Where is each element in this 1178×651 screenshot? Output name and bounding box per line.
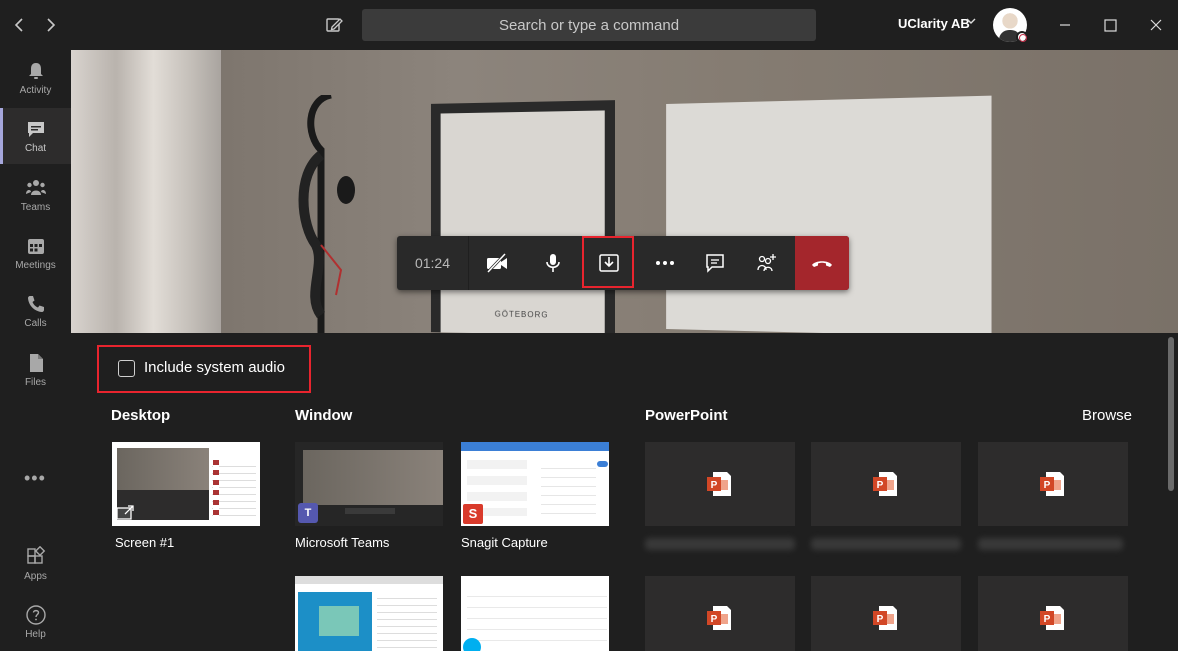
include-system-audio-label[interactable]: Include system audio <box>144 359 285 376</box>
svg-text:P: P <box>1044 480 1051 491</box>
maximize-icon[interactable] <box>1098 13 1122 37</box>
phone-icon <box>25 293 47 315</box>
browser-window-thumbnail[interactable] <box>295 576 443 651</box>
rail-item-label: Activity <box>20 85 52 96</box>
conversation-icon <box>703 251 727 275</box>
powerpoint-file-card[interactable]: P <box>978 576 1128 651</box>
share-button-highlight <box>582 236 634 288</box>
powerpoint-file-card[interactable]: P <box>811 576 961 651</box>
more-dots-icon <box>653 251 677 275</box>
camera-off-button[interactable] <box>469 236 525 290</box>
microphone-icon <box>541 251 565 275</box>
powerpoint-file-name-blurred <box>645 538 795 550</box>
svg-text:P: P <box>711 480 718 491</box>
rail-item-label: Meetings <box>15 260 56 271</box>
rail-item-label: Chat <box>25 143 46 154</box>
powerpoint-icon: P <box>869 602 901 634</box>
hang-up-icon <box>810 251 834 275</box>
search-input[interactable]: Search or type a command <box>362 9 816 41</box>
powerpoint-icon: P <box>703 602 735 634</box>
close-icon[interactable] <box>1144 13 1168 37</box>
video-headset-stand <box>286 95 361 333</box>
app-rail: Activity Chat Teams Meetings Calls Files… <box>0 50 71 651</box>
window-label: Microsoft Teams <box>295 535 389 550</box>
screen-thumbnail[interactable] <box>112 442 260 526</box>
svg-text:P: P <box>877 480 884 491</box>
compose-icon[interactable] <box>322 13 346 37</box>
rail-item-label: Help <box>25 629 46 640</box>
more-apps-icon[interactable]: ••• <box>24 468 46 489</box>
rail-item-help[interactable]: Help <box>0 594 71 650</box>
powerpoint-file-card[interactable]: P <box>645 442 795 526</box>
add-participants-icon <box>755 251 779 275</box>
file-icon <box>25 352 47 374</box>
screen-share-icon <box>116 504 136 522</box>
presence-dnd-icon <box>1016 31 1028 43</box>
screen-label: Screen #1 <box>115 535 174 550</box>
participants-button[interactable] <box>739 236 795 290</box>
powerpoint-file-card[interactable]: P <box>978 442 1128 526</box>
rail-item-teams[interactable]: Teams <box>0 167 71 223</box>
rail-item-label: Calls <box>24 318 46 329</box>
minimize-icon[interactable] <box>1053 13 1077 37</box>
powerpoint-icon: P <box>703 468 735 500</box>
teams-icon <box>25 177 47 199</box>
calendar-icon <box>25 235 47 257</box>
rail-item-label: Teams <box>21 202 50 213</box>
rail-item-activity[interactable]: Activity <box>0 50 71 106</box>
snagit-window-thumbnail[interactable]: S <box>461 442 609 526</box>
mic-button[interactable] <box>525 236 581 290</box>
hang-up-button[interactable] <box>795 236 849 290</box>
video-feed: GÖTEBORG <box>71 50 1178 333</box>
chat-icon <box>25 118 47 140</box>
powerpoint-file-card[interactable]: P <box>811 442 961 526</box>
powerpoint-icon: P <box>1036 468 1068 500</box>
rail-item-apps[interactable]: Apps <box>0 536 71 592</box>
window-section-title: Window <box>295 407 352 424</box>
powerpoint-section-title: PowerPoint <box>645 407 728 424</box>
rail-item-label: Files <box>25 377 46 388</box>
camera-off-icon <box>485 251 509 275</box>
window-label: Snagit Capture <box>461 535 548 550</box>
rail-item-files[interactable]: Files <box>0 342 71 398</box>
desktop-section-title: Desktop <box>111 407 170 424</box>
share-tray-scrollbar[interactable] <box>1168 337 1174 491</box>
call-timer: 01:24 <box>397 236 469 290</box>
video-white-board <box>666 96 991 333</box>
chevron-down-icon[interactable] <box>966 17 976 28</box>
bell-icon <box>25 60 47 82</box>
rail-item-meetings[interactable]: Meetings <box>0 225 71 281</box>
video-curtain <box>71 50 221 333</box>
rail-item-chat[interactable]: Chat <box>0 108 71 164</box>
apps-icon <box>25 546 47 568</box>
svg-text:P: P <box>711 614 718 625</box>
powerpoint-icon: P <box>1036 602 1068 634</box>
search-placeholder: Search or type a command <box>499 17 679 34</box>
rail-item-label: Apps <box>24 571 47 582</box>
teams-window-thumbnail[interactable]: T <box>295 442 443 526</box>
video-poster: GÖTEBORG <box>431 100 615 333</box>
title-bar: Search or type a command UClarity AB <box>0 0 1178 50</box>
conversation-button[interactable] <box>687 236 743 290</box>
help-icon <box>25 604 47 626</box>
chevron-left-icon[interactable] <box>8 13 32 37</box>
include-system-audio-checkbox[interactable] <box>118 360 135 377</box>
skype-window-thumbnail[interactable] <box>461 576 609 651</box>
browse-button[interactable]: Browse <box>1082 407 1132 424</box>
powerpoint-file-name-blurred <box>811 538 961 550</box>
powerpoint-file-card[interactable]: P <box>645 576 795 651</box>
powerpoint-file-name-blurred <box>978 538 1123 550</box>
chevron-right-icon[interactable] <box>38 13 62 37</box>
svg-text:P: P <box>1044 614 1051 625</box>
powerpoint-icon: P <box>869 468 901 500</box>
rail-item-calls[interactable]: Calls <box>0 283 71 339</box>
org-switcher[interactable]: UClarity AB <box>898 16 970 31</box>
svg-text:P: P <box>877 614 884 625</box>
more-actions-button[interactable] <box>637 236 693 290</box>
